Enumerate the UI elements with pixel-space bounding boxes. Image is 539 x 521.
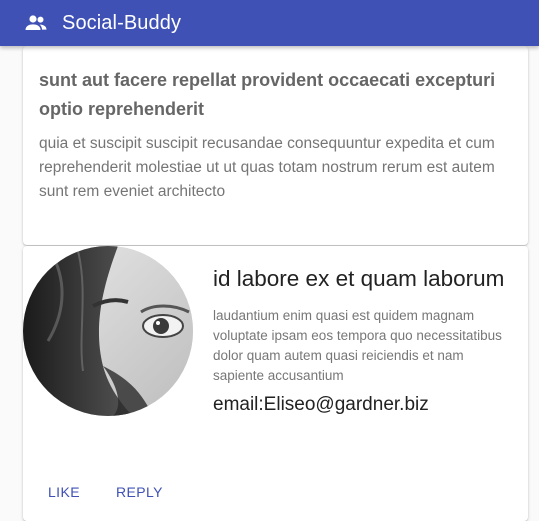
- like-button[interactable]: LIKE: [39, 480, 89, 504]
- group-icon: [24, 11, 48, 35]
- app-bar: Social-Buddy: [0, 0, 539, 46]
- comment-content: id labore ex et quam laborum laudantium …: [213, 264, 513, 418]
- post-body: quia et suscipit suscipit recusandae con…: [39, 135, 495, 200]
- comment-email: email:Eliseo@gardner.biz: [213, 394, 429, 415]
- comment-name: id labore ex et quam laborum: [213, 266, 505, 291]
- avatar: [23, 246, 193, 416]
- comment-body: laudantium enim quasi est quidem magnam …: [213, 308, 502, 383]
- post-card: sunt aut facere repellat provident occae…: [23, 46, 528, 245]
- post-title: sunt aut facere repellat provident occae…: [39, 70, 496, 119]
- card-actions: LIKE REPLY: [39, 480, 172, 504]
- reply-button[interactable]: REPLY: [107, 480, 172, 504]
- avatar-photo: [23, 246, 193, 416]
- app-title: Social-Buddy: [62, 11, 182, 34]
- comment-card: id labore ex et quam laborum laudantium …: [23, 246, 528, 521]
